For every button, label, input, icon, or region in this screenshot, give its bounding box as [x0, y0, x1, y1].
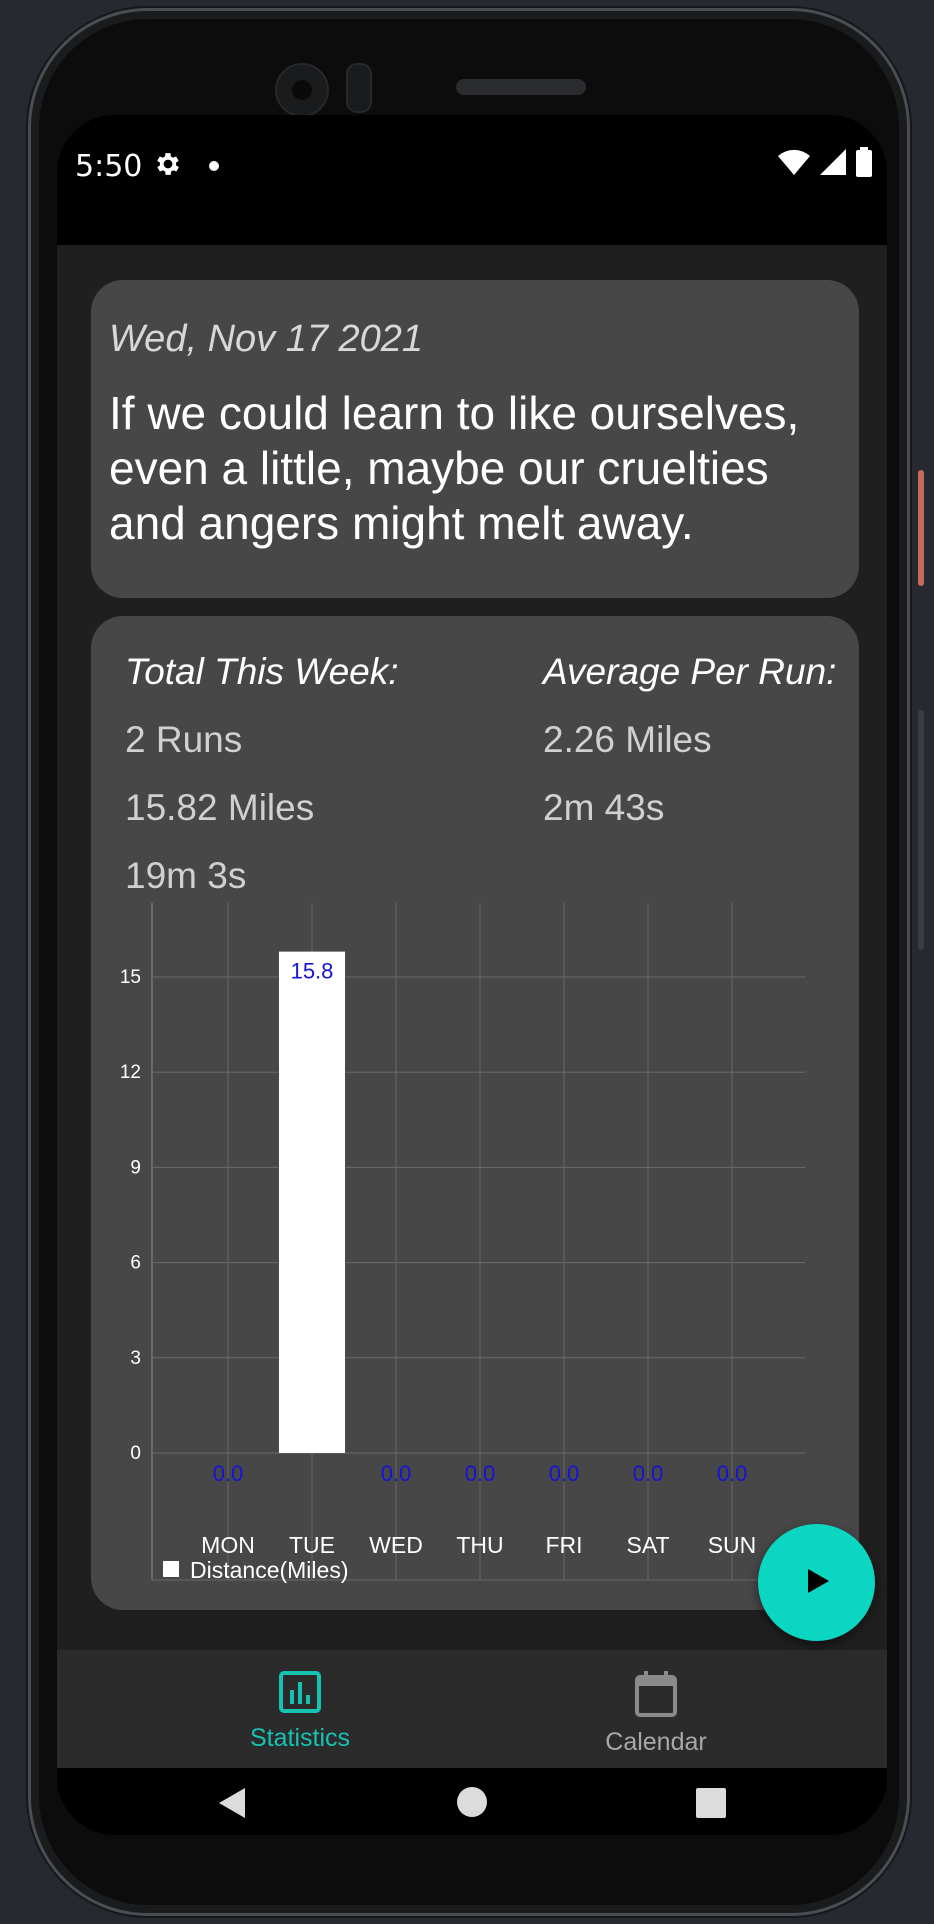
stats-card: Total This Week: 2 Runs 15.82 Miles 19m … — [91, 616, 859, 1610]
play-icon — [802, 1566, 832, 1600]
x-tick-label: FRI — [545, 1532, 582, 1558]
y-tick-label: 3 — [130, 1348, 141, 1369]
x-tick-label: SUN — [708, 1532, 757, 1558]
quote-card: Wed, Nov 17 2021 If we could learn to li… — [91, 280, 859, 598]
calendar-icon — [634, 1671, 678, 1722]
cell-signal-icon — [819, 148, 847, 180]
quote-text: If we could learn to like ourselves, eve… — [109, 387, 800, 549]
wifi-icon — [777, 148, 811, 180]
y-tick-label: 15 — [120, 967, 141, 988]
y-tick-label: 6 — [130, 1253, 141, 1274]
bar-value-label: 0.0 — [465, 1461, 496, 1486]
legend-swatch — [163, 1561, 179, 1577]
bar — [279, 951, 345, 1453]
bar-value-label: 0.0 — [549, 1461, 580, 1486]
status-bar: 5:50 — [57, 115, 887, 245]
quote-date: Wed, Nov 17 2021 — [109, 318, 424, 360]
bar-value-label: 15.8 — [291, 959, 334, 984]
nav-statistics-label: Statistics — [249, 1724, 351, 1752]
nav-calendar-label: Calendar — [605, 1728, 707, 1756]
legend-label: Distance(Miles) — [190, 1557, 348, 1583]
earpiece-speaker — [456, 79, 586, 95]
x-tick-label: TUE — [289, 1532, 335, 1558]
bar-value-label: 0.0 — [213, 1461, 244, 1486]
y-tick-label: 9 — [130, 1157, 141, 1178]
status-time: 5:50 — [75, 149, 143, 184]
bottom-navigation: Statistics Calendar — [57, 1650, 887, 1768]
battery-icon — [855, 147, 873, 181]
notification-dot-icon — [209, 161, 219, 171]
nav-statistics[interactable]: Statistics — [200, 1670, 400, 1753]
bar-value-label: 0.0 — [717, 1461, 748, 1486]
main-content: Wed, Nov 17 2021 If we could learn to li… — [57, 245, 887, 1650]
settings-gear-icon — [153, 149, 183, 183]
power-button — [918, 470, 924, 586]
recents-icon[interactable] — [695, 1787, 727, 1823]
front-camera — [275, 63, 329, 117]
start-run-fab[interactable] — [758, 1524, 875, 1641]
x-tick-label: WED — [369, 1532, 423, 1558]
x-tick-label: SAT — [626, 1532, 669, 1558]
bar-value-label: 0.0 — [381, 1461, 412, 1486]
x-tick-label: MON — [201, 1532, 255, 1558]
volume-button — [918, 710, 924, 950]
weekly-distance-chart: 0 3 6 9 12 15 0.0 MON 15.8 TUE 0.0 WED 0.0 THU 0.0 FRI 0… — [120, 903, 805, 1583]
x-tick-label: THU — [456, 1532, 503, 1558]
bar-value-label: 0.0 — [633, 1461, 664, 1486]
proximity-sensor — [346, 63, 372, 113]
y-tick-label: 12 — [120, 1062, 141, 1083]
system-navigation-bar — [57, 1768, 887, 1835]
nav-calendar[interactable]: Calendar — [556, 1670, 756, 1757]
y-tick-label: 0 — [130, 1443, 141, 1464]
home-icon[interactable] — [456, 1786, 488, 1822]
back-icon[interactable] — [215, 1786, 249, 1824]
bar-chart-icon — [278, 1671, 322, 1718]
